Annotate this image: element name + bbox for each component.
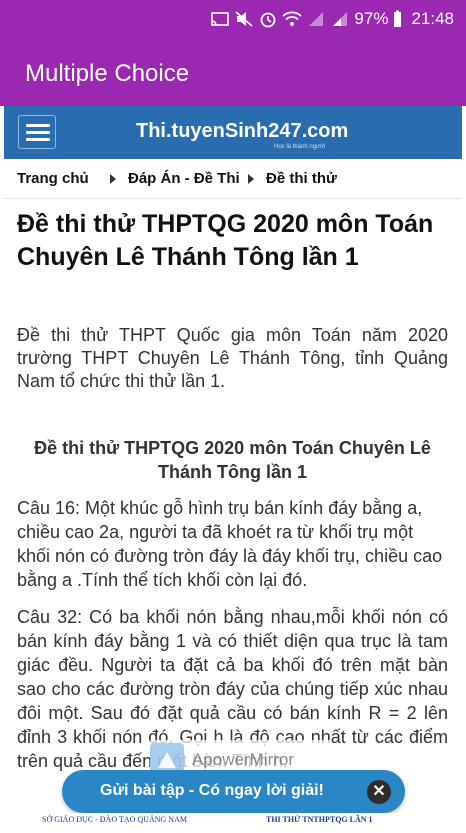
menu-bar-icon xyxy=(26,124,50,127)
signal-icon-1 xyxy=(306,10,326,28)
status-bar: 97% 21:48 xyxy=(0,0,466,40)
battery-icon xyxy=(392,10,403,28)
breadcrumb-answers-exams[interactable]: Đáp Án - Đề Thi xyxy=(128,170,240,187)
chevron-right-icon xyxy=(110,174,116,184)
submit-homework-banner[interactable]: Gửi bài tập - Có ngay lời giải! ✕ xyxy=(62,770,405,813)
breadcrumb: Trang chủ Đáp Án - Đề Thi Đề thi thử xyxy=(4,159,462,199)
page-title: Đề thi thử THPTQG 2020 môn Toán Chuyên L… xyxy=(17,210,434,271)
site-header: Thi.tuyenSinh247.com Học là thành người xyxy=(4,106,462,159)
exam-title-strip: THI THỬ TNTHPTQG LẦN 1 xyxy=(266,815,373,824)
exam-header-strip: SỞ GIÁO DỤC - ĐÀO TẠO QUẢNG NAM THI THỬ … xyxy=(4,813,462,833)
section-heading: Đề thi thử THPTQG 2020 môn Toán Chuyên L… xyxy=(34,438,431,482)
breadcrumb-mock-exam[interactable]: Đề thi thử xyxy=(266,170,337,187)
submit-homework-label: Gửi bài tập - Có ngay lời giải! xyxy=(100,782,324,799)
cast-icon xyxy=(210,10,230,28)
battery-percent: 97% xyxy=(354,9,389,28)
wifi-icon xyxy=(282,10,303,28)
alarm-icon xyxy=(258,10,278,28)
article-intro: Đề thi thử THPT Quốc gia môn Toán năm 20… xyxy=(17,325,448,391)
mute-icon xyxy=(234,10,254,28)
signal-icon-2 xyxy=(330,10,350,28)
exam-department: SỞ GIÁO DỤC - ĐÀO TẠO QUẢNG NAM xyxy=(42,815,187,824)
watermark-text: ApowerMirror xyxy=(192,750,295,769)
menu-bar-icon xyxy=(26,138,50,141)
logo-tagline: Học là thành người xyxy=(274,144,326,150)
breadcrumb-home[interactable]: Trang chủ xyxy=(17,170,89,187)
question-16: Câu 16: Một khúc gỗ hình trụ bán kính đá… xyxy=(17,498,443,590)
chevron-right-icon xyxy=(248,174,254,184)
clock: 21:48 xyxy=(411,9,454,28)
close-icon[interactable]: ✕ xyxy=(367,780,391,804)
status-icons: 97% 21:48 xyxy=(210,9,454,29)
app-bar: Multiple Choice xyxy=(0,40,466,106)
menu-bar-icon xyxy=(26,131,50,134)
app-title: Multiple Choice xyxy=(25,60,190,87)
hamburger-menu-button[interactable] xyxy=(18,115,56,149)
site-logo[interactable]: Thi.tuyenSinh247.com xyxy=(136,120,348,143)
